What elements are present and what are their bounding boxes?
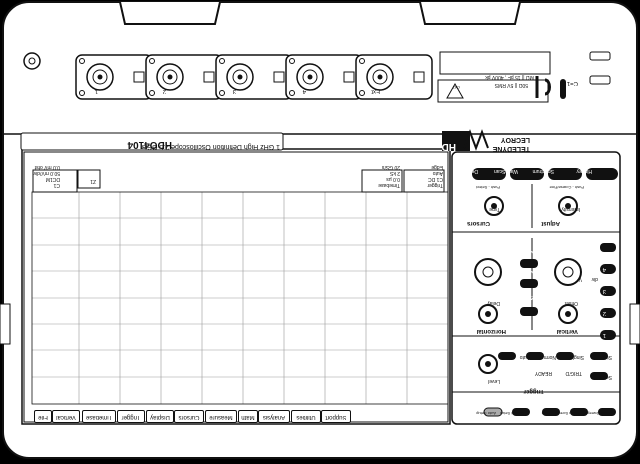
ground-label: C=1 [566, 80, 578, 86]
menu-cursors[interactable]: Cursors [174, 410, 204, 423]
rating-line-2: 50Ω || 5V RMS [494, 82, 528, 88]
label-single: Single [570, 354, 584, 360]
menu-math[interactable]: Math [238, 410, 258, 423]
channel-4-label: 4 [302, 88, 306, 94]
usb-port-2[interactable] [589, 75, 611, 85]
button-zoom[interactable] [520, 279, 538, 288]
usb-port-1[interactable] [589, 51, 611, 61]
label-touch-screen: Touch Screen [555, 411, 580, 416]
power-button[interactable] [23, 52, 41, 70]
label-cursors-push: Push - Select [476, 185, 500, 190]
model-description: 1 GHz High Definition Oscilloscope 2.5 G… [141, 143, 280, 150]
button-mem[interactable] [600, 243, 616, 252]
label-mem-button: Mem [522, 249, 534, 255]
label-cursors-type: Type [489, 206, 500, 212]
label-ready: READY [534, 370, 552, 376]
label-math-button: Math [522, 269, 534, 275]
label-trigd: TRIG'D [565, 370, 582, 376]
channel-zoom-tag: Z1 [90, 178, 96, 184]
label-offset: Offset [564, 300, 578, 306]
menu-trigger[interactable]: Trigger [117, 410, 145, 423]
channel-ext-label: Ext [371, 88, 380, 94]
label-wavescan: WaveScan [494, 168, 518, 174]
label-div: div [591, 276, 598, 282]
label-clear-sweeps: Clear Sweeps [585, 411, 610, 416]
rating-side: CAT [452, 85, 460, 90]
c1-box-l2: 50.0 mV/div [33, 170, 60, 176]
label-adjust-intensity: Intensity [561, 206, 580, 212]
menu-measure[interactable]: Measure [205, 410, 237, 423]
label-ch2: 2 [602, 310, 606, 316]
label-ch4: 4 [602, 266, 606, 272]
label-decode: Decode [460, 168, 478, 174]
label-history: History [576, 168, 592, 174]
channel-2-label: 2 [162, 88, 166, 94]
menu-support[interactable]: Support [321, 410, 351, 423]
label-auto-setup: Auto Setup [476, 411, 496, 416]
label-vertical: Vertical [556, 328, 578, 334]
label-trigger: Trigger [523, 388, 544, 394]
button-zoom-2[interactable] [520, 307, 538, 316]
label-normal: Normal [539, 354, 556, 360]
label-print: Print [541, 411, 550, 416]
label-adjust: Adjust [541, 220, 560, 226]
menu-display[interactable]: Display [146, 410, 174, 423]
label-stop: Stop [601, 354, 612, 360]
rating-line-1: 1 MΩ || 15 pF , 400V pk [485, 74, 538, 80]
label-setup: Setup [598, 374, 612, 380]
timebase-box-title: Timebase [378, 182, 400, 188]
brand-lecroy: LECROY [500, 136, 530, 143]
label-volts: V [578, 276, 582, 282]
c1-box-l1: DC1M [45, 176, 60, 182]
trigger-box-l3: Edge [431, 164, 443, 170]
timebase-box-l2: 2 kS [389, 170, 400, 176]
label-cursors: Cursors [466, 220, 490, 226]
brand-teledyne: TELEDYNE [492, 145, 530, 152]
hd-badge-text: HD [441, 141, 456, 152]
label-delay: Delay [487, 300, 500, 306]
button-math[interactable] [520, 259, 538, 268]
channel-3-label: 3 [232, 88, 236, 94]
label-zoom-button: Zoom [521, 294, 534, 300]
label-level: Level [488, 378, 500, 384]
c1-box-title: C1 [53, 182, 60, 188]
menu-utilities[interactable]: Utilities [291, 410, 321, 423]
channel-zoom-box[interactable] [77, 169, 101, 189]
control-panel [451, 151, 621, 425]
c1-box-l3: 0.0 mV ofst [34, 164, 60, 170]
button-trigger-auto[interactable] [498, 352, 516, 360]
label-horizontal: Horizontal [476, 328, 506, 334]
label-ch3: 3 [602, 288, 606, 294]
front-label-plate [439, 51, 551, 75]
label-default-setup: Default Setup [499, 411, 524, 416]
channel-1-label: 1 [94, 88, 98, 94]
trigger-box-title: Trigger [427, 182, 443, 188]
menu-analysis[interactable]: Analysis [258, 410, 290, 423]
oscilloscope-front-panel [0, 1, 640, 459]
label-auto: Auto [519, 354, 530, 360]
menu-vertical[interactable]: Vertical [52, 410, 80, 423]
label-ch1: 1 [602, 332, 606, 338]
timebase-box-l3: 20 GS/s [381, 164, 400, 170]
trigger-box-l1: C1 DC [427, 176, 443, 182]
menu-timebase[interactable]: Timebase [82, 410, 116, 423]
menu-file[interactable]: File [34, 410, 52, 423]
label-spectrum: Spectrum [532, 168, 554, 174]
label-adjust-push: Push - Coarse/Fine [549, 185, 584, 190]
